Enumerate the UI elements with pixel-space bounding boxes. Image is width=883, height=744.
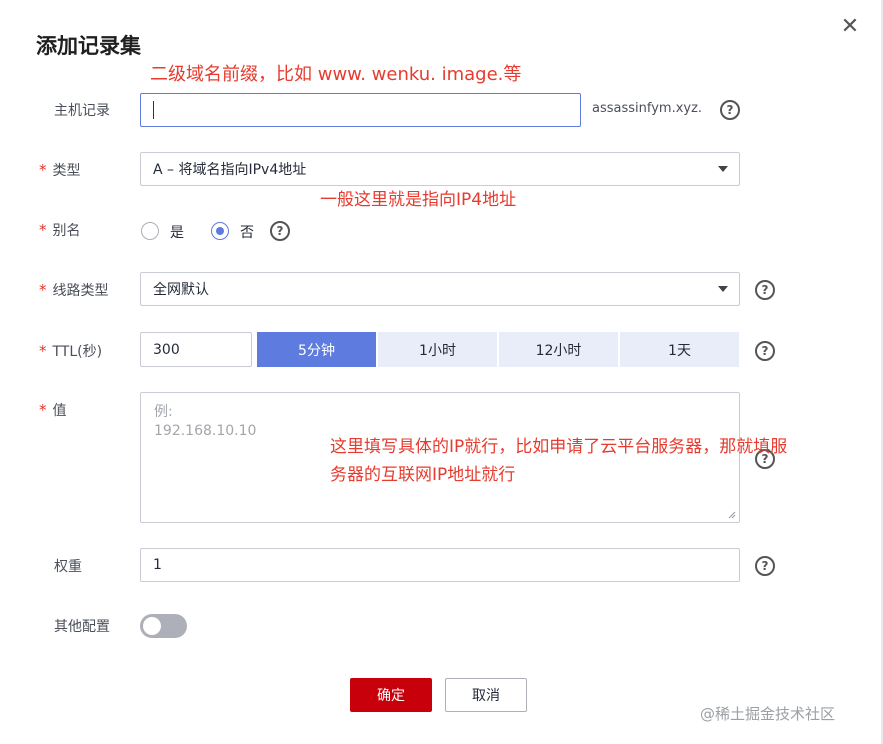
value-placeholder-line1: 例: (154, 404, 173, 420)
ttl-label: * TTL(秒) (39, 341, 102, 361)
alias-label-text: 别名 (52, 223, 81, 239)
alias-help-icon[interactable]: ? (270, 221, 290, 241)
required-mark: * (39, 221, 47, 239)
ttl-preset-1day[interactable]: 1天 (620, 332, 739, 367)
ttl-label-text: TTL(秒) (52, 344, 103, 360)
ttl-help-icon[interactable]: ? (755, 341, 775, 361)
line-type-label: * 线路类型 (39, 280, 109, 300)
annotation-value-note-line2: 务器的互联网IP地址就行 (330, 465, 516, 485)
other-config-toggle[interactable] (140, 614, 187, 638)
ttl-input[interactable]: 300 (140, 332, 252, 367)
required-mark: * (39, 161, 47, 179)
text-cursor (153, 101, 154, 119)
annotation-value-note-line1: 这里填写具体的IP就行，比如申请了云平台服务器，那就填服 (330, 437, 788, 457)
close-icon[interactable]: ✕ (838, 15, 862, 39)
annotation-type-note: 一般这里就是指向IP4地址 (320, 190, 517, 210)
chevron-down-icon (718, 166, 728, 172)
weight-help-icon[interactable]: ? (755, 556, 775, 576)
type-select[interactable]: A – 将域名指向IPv4地址 (140, 152, 740, 186)
toggle-knob (143, 617, 161, 635)
alias-option-yes-label: 是 (170, 225, 184, 241)
value-label-text: 值 (52, 403, 67, 419)
line-type-select[interactable]: 全网默认 (140, 272, 740, 306)
required-mark: * (39, 342, 47, 360)
line-type-help-icon[interactable]: ? (755, 280, 775, 300)
alias-radio-yes[interactable] (141, 222, 159, 240)
ttl-preset-1hour[interactable]: 1小时 (378, 332, 497, 367)
host-help-icon[interactable]: ? (720, 100, 740, 120)
host-record-label: 主机记录 (54, 103, 110, 119)
resize-grip-icon[interactable] (728, 511, 736, 519)
dialog-title: 添加记录集 (36, 34, 141, 58)
chevron-down-icon (718, 286, 728, 292)
weight-input-value: 1 (153, 557, 162, 573)
type-label-text: 类型 (52, 163, 81, 179)
value-textarea[interactable]: 例: 192.168.10.10 (140, 392, 740, 523)
line-type-select-value: 全网默认 (153, 282, 209, 298)
annotation-prefix-note: 二级域名前缀，比如 www. wenku. image.等 (150, 64, 522, 85)
alias-radio-no[interactable] (211, 222, 229, 240)
host-record-input[interactable] (140, 93, 581, 127)
other-config-label: 其他配置 (54, 619, 110, 635)
alias-label: * 别名 (39, 220, 81, 240)
cancel-button[interactable]: 取消 (445, 678, 527, 712)
line-type-label-text: 线路类型 (52, 283, 109, 299)
ttl-preset-12hours[interactable]: 12小时 (499, 332, 618, 367)
add-record-set-dialog: 添加记录集 ✕ 二级域名前缀，比如 www. wenku. image.等 主机… (0, 0, 883, 744)
watermark: @稀土掘金技术社区 (700, 705, 836, 723)
domain-suffix: assassinfym.xyz. (592, 101, 703, 116)
weight-input[interactable]: 1 (140, 548, 740, 582)
weight-label: 权重 (54, 559, 82, 575)
confirm-button[interactable]: 确定 (350, 678, 432, 712)
type-label: * 类型 (39, 160, 81, 180)
type-select-value: A – 将域名指向IPv4地址 (153, 162, 307, 178)
required-mark: * (39, 281, 47, 299)
value-label: * 值 (39, 400, 67, 420)
ttl-preset-5min[interactable]: 5分钟 (257, 332, 376, 367)
ttl-input-value: 300 (153, 341, 180, 358)
alias-option-no-label: 否 (240, 225, 254, 241)
required-mark: * (39, 401, 47, 419)
